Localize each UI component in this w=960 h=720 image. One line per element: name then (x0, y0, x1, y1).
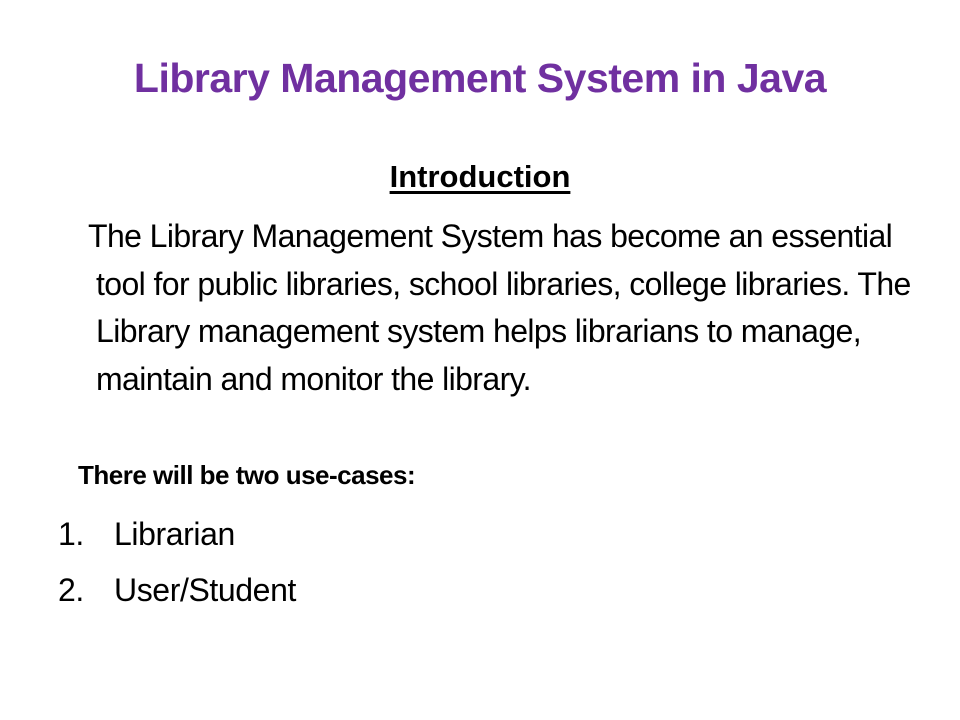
usecase-number: 2. (58, 572, 84, 608)
usecase-label: Librarian (114, 516, 235, 552)
intro-paragraph: The Library Management System has become… (88, 218, 911, 397)
slide: Library Management System in Java Introd… (0, 0, 960, 720)
usecase-lead: There will be two use-cases: (78, 460, 416, 490)
section-heading: Introduction (389, 159, 571, 194)
usecase-number: 1. (58, 516, 84, 552)
usecase-list: 1. Librarian 2. User/Student (58, 506, 758, 618)
usecase-item: 1. Librarian (58, 506, 758, 562)
usecase-item: 2. User/Student (58, 562, 758, 618)
slide-title: Library Management System in Java (133, 55, 827, 101)
usecase-label: User/Student (114, 572, 296, 608)
